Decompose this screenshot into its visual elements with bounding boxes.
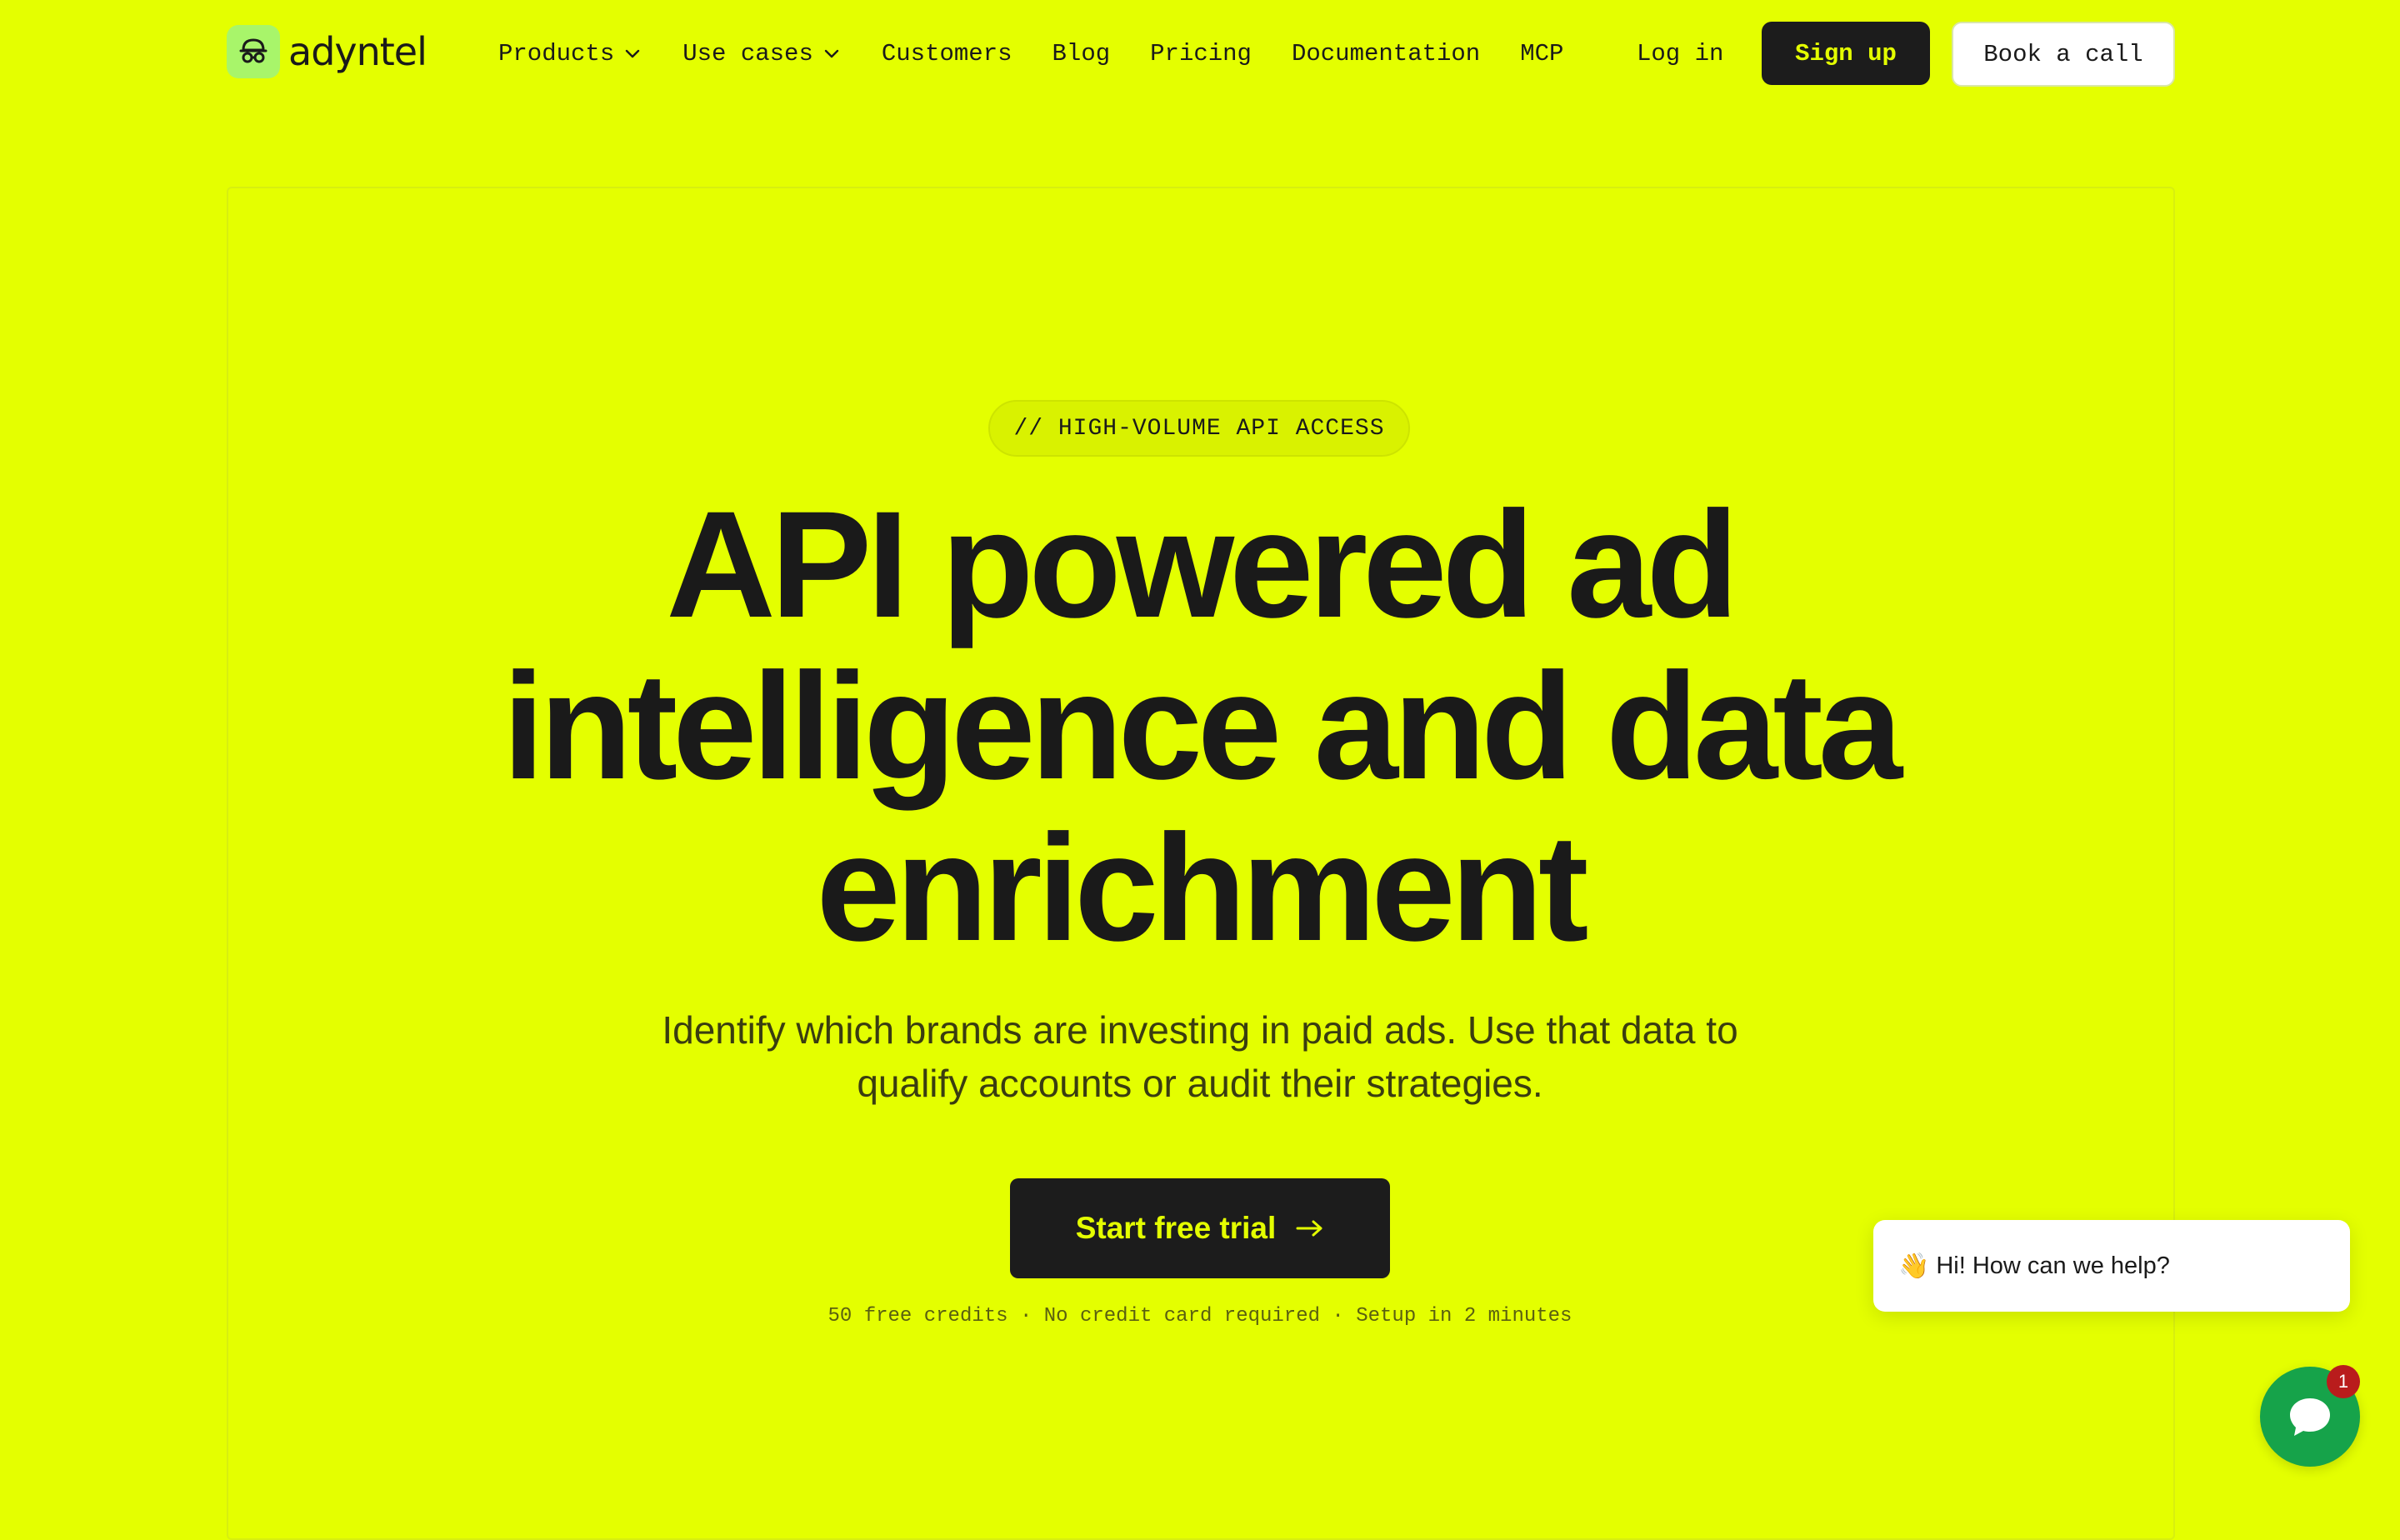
nav-item-label: Customers xyxy=(881,39,1012,68)
logo[interactable]: adyntel xyxy=(227,25,428,78)
nav-item-label: MCP xyxy=(1520,39,1564,68)
nav-item-customers[interactable]: Customers xyxy=(882,40,1012,68)
eyebrow-badge: // HIGH-VOLUME API ACCESS xyxy=(988,400,1410,457)
nav-item-use-cases[interactable]: Use cases xyxy=(682,40,842,68)
start-free-trial-button[interactable]: Start free trial xyxy=(1010,1178,1390,1278)
headline-line: enrichment xyxy=(816,802,1588,972)
wave-emoji-icon: 👋 xyxy=(1898,1252,1930,1280)
logo-mark-icon xyxy=(227,25,280,78)
headline-line: intelligence and data xyxy=(502,641,1902,811)
signup-button[interactable]: Sign up xyxy=(1762,22,1930,85)
cta-label: Start free trial xyxy=(1075,1211,1277,1245)
nav-item-blog[interactable]: Blog xyxy=(1052,40,1111,68)
subtitle-line: qualify accounts or audit their strategi… xyxy=(857,1062,1543,1105)
hero-headline: API powered ad intelligence and data enr… xyxy=(283,483,2117,968)
nav-item-mcp[interactable]: MCP xyxy=(1520,40,1563,68)
chat-greeting-text: Hi! How can we help? xyxy=(1936,1252,2170,1279)
nav-item-pricing[interactable]: Pricing xyxy=(1150,40,1252,68)
notification-badge: 1 xyxy=(2327,1365,2360,1398)
nav-item-label: Blog xyxy=(1052,39,1111,68)
main-nav: Products Use cases Customers Blog Pricin… xyxy=(498,33,1603,73)
site-header: adyntel Products Use cases Customers Blo… xyxy=(0,0,2400,107)
chat-bubble-icon xyxy=(2290,1398,2330,1436)
nav-item-products[interactable]: Products xyxy=(498,40,642,68)
subtitle-line: Identify which brands are investing in p… xyxy=(662,1008,1738,1052)
nav-item-label: Use cases xyxy=(682,39,813,68)
chevron-down-icon xyxy=(822,43,842,63)
chevron-down-icon xyxy=(622,43,642,63)
book-call-button[interactable]: Book a call xyxy=(1952,22,2175,87)
login-link[interactable]: Log in xyxy=(1637,33,1723,73)
cta-fineprint: 50 free credits · No credit card require… xyxy=(828,1305,1572,1328)
nav-item-label: Documentation xyxy=(1291,39,1481,68)
chat-greeting-bubble[interactable]: 👋 Hi! How can we help? xyxy=(1873,1220,2350,1312)
hero-subtitle: Identify which brands are investing in p… xyxy=(533,1003,1867,1110)
nav-item-label: Products xyxy=(498,39,615,68)
nav-item-label: Pricing xyxy=(1150,39,1252,68)
logo-text: adyntel xyxy=(288,29,428,74)
nav-item-documentation[interactable]: Documentation xyxy=(1292,40,1480,68)
headline-line: API powered ad xyxy=(666,479,1738,649)
arrow-right-icon xyxy=(1296,1218,1324,1238)
